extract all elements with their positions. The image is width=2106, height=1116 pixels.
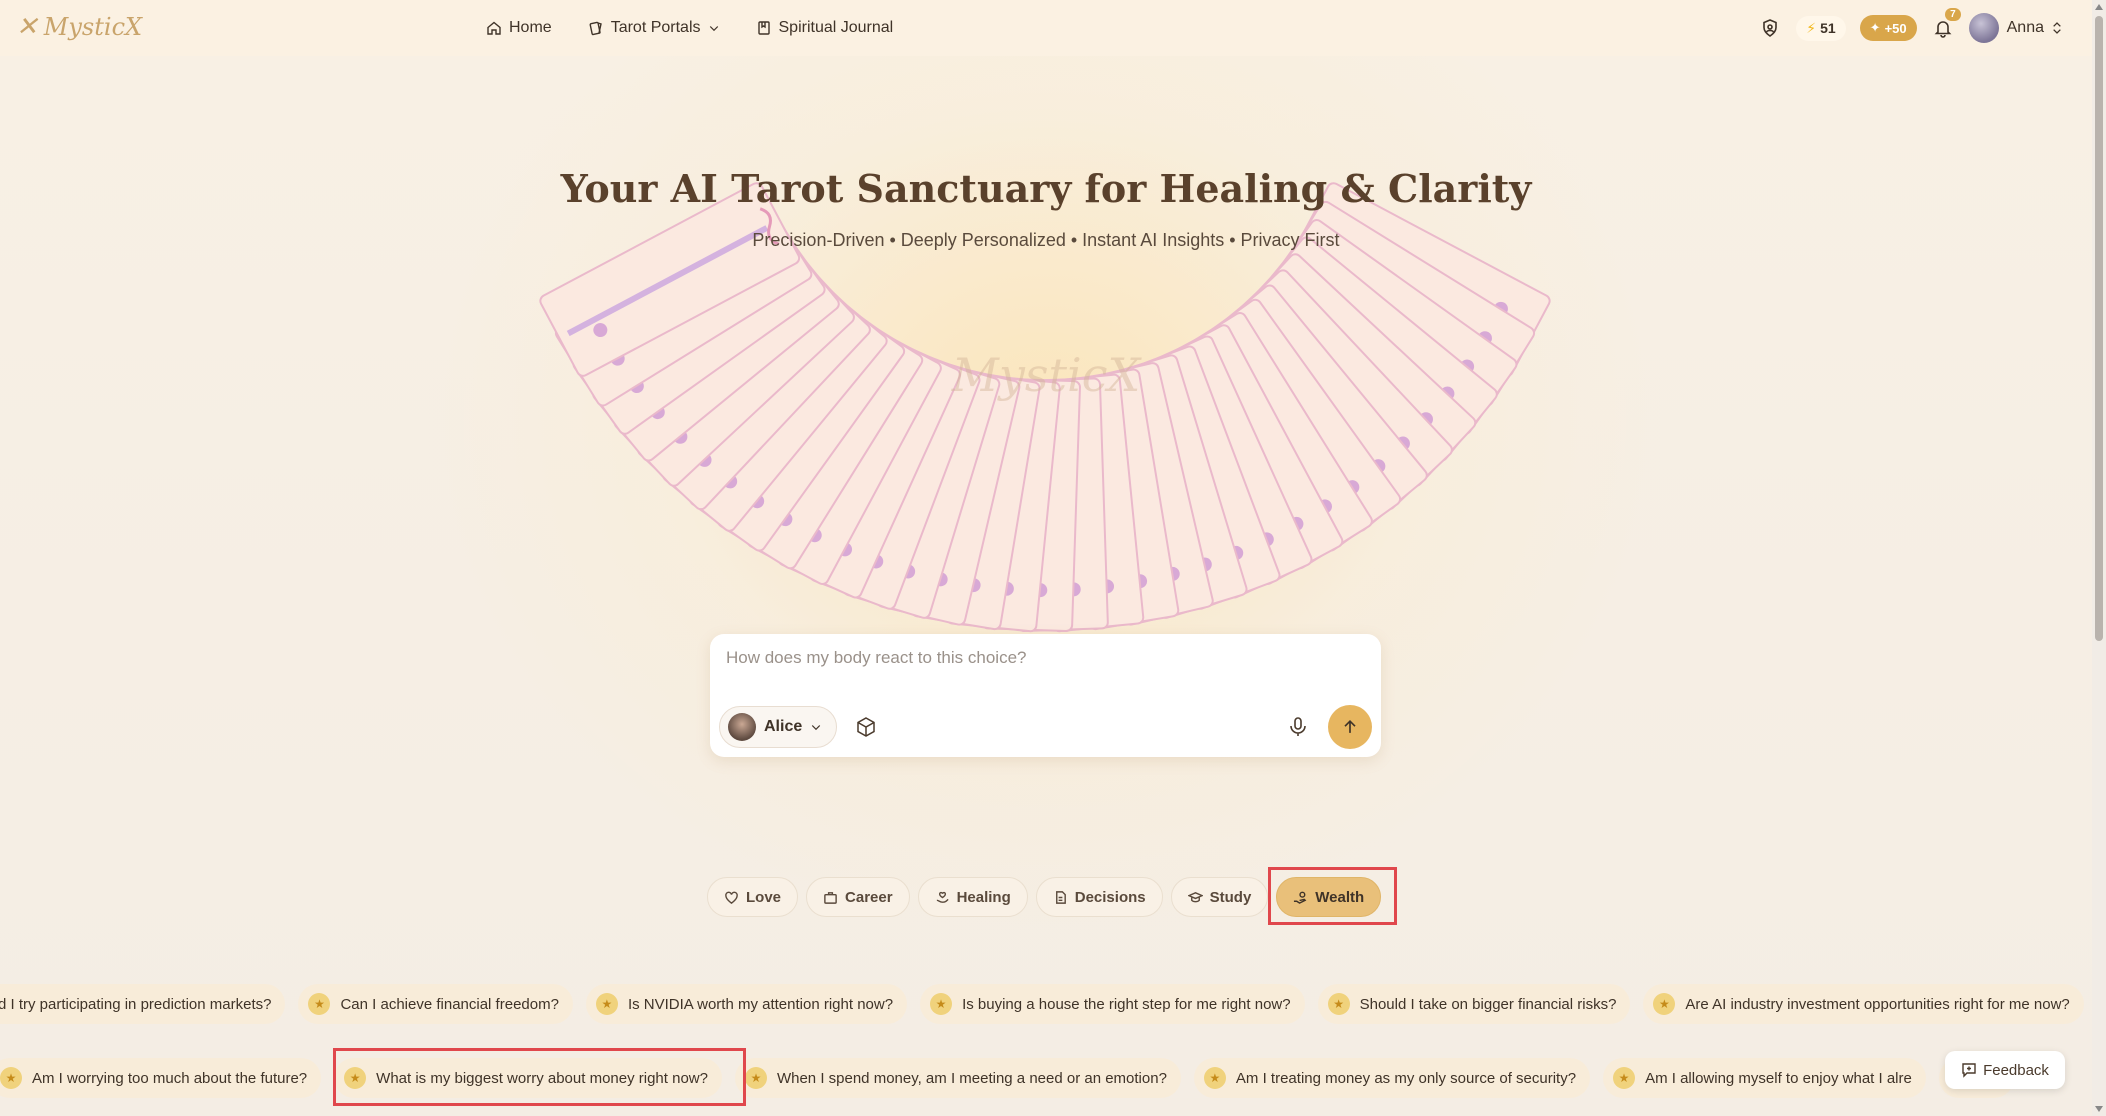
question-text: Are AI industry investment opportunities… [1685, 995, 2070, 1013]
question-chip[interactable]: ★ Am I treating money as my only source o… [1193, 1058, 1591, 1098]
energy-counter[interactable]: ⚡ 51 [1796, 15, 1846, 41]
hand-heart-icon [936, 891, 949, 903]
question-text: Am I treating money as my only source of… [1235, 1069, 1577, 1087]
scroll-up-arrow[interactable] [2095, 4, 2103, 10]
chevron-down-icon [709, 26, 718, 32]
tab-career-label: Career [845, 888, 893, 906]
question-text: Is NVIDIA worth my attention right now? [627, 995, 894, 1013]
tab-healing-label: Healing [956, 888, 1011, 906]
star-icon: ★ [0, 1067, 22, 1089]
tab-decisions-label: Decisions [1074, 888, 1146, 906]
send-button[interactable] [1328, 705, 1372, 749]
tab-study-label: Study [1209, 888, 1252, 906]
tab-love-label: Love [746, 888, 782, 906]
question-text: Is buying a house the right step for me … [962, 995, 1291, 1013]
page-title: Your AI Tarot Sanctuary for Healing & Cl… [560, 166, 1532, 211]
tab-healing[interactable]: Healing [917, 877, 1028, 917]
star-icon: ★ [595, 993, 618, 1015]
avatar [1968, 13, 1999, 43]
question-chip[interactable]: ★ Are AI industry investment opportunitie… [1643, 984, 2084, 1024]
question-chip[interactable]: ★ Is NVIDIA worth my attention right now? [585, 984, 908, 1024]
home-icon [487, 21, 501, 35]
question-chip[interactable]: ★d I try participating in prediction mar… [0, 984, 286, 1024]
graduation-cap-icon [1187, 891, 1203, 902]
selected-question-highlight [333, 1048, 746, 1106]
document-icon [1055, 890, 1066, 904]
star-icon: ★ [930, 993, 953, 1015]
suggested-questions-row-1: ★ d I try participating in prediction mar… [0, 984, 2084, 1024]
star-icon: ★ [744, 1067, 767, 1089]
tab-decisions[interactable]: Decisions [1035, 877, 1163, 917]
question-text: When I spend money, am I meeting a need … [776, 1069, 1167, 1087]
chevron-down-icon [812, 725, 821, 731]
question-text: Should I take on bigger financial risks? [1359, 995, 1617, 1013]
question-text: Can I achieve financial freedom? [340, 995, 559, 1013]
energy-value: 51 [1820, 20, 1836, 36]
tarot-card-icon [589, 21, 602, 36]
star-icon: ★ [1653, 993, 1676, 1015]
star-icon: ★ [1327, 993, 1350, 1015]
question-text: d I try participating in prediction mark… [0, 995, 272, 1013]
bonus-value: +50 [1884, 20, 1907, 36]
tab-love[interactable]: Love [707, 877, 799, 917]
microphone-icon[interactable] [1286, 715, 1310, 739]
nav-home-label: Home [509, 19, 552, 36]
question-text: Am I worrying too much about the future? [32, 1069, 308, 1087]
gift-card-icon: ✦ [1869, 20, 1881, 35]
top-navbar: ✕ MysticX Home Tarot Portals Spiritual J… [0, 0, 2092, 56]
question-chip[interactable]: ★ Can I achieve financial freedom? [298, 984, 573, 1024]
question-chip[interactable]: ★ Am I worrying too much about the future… [0, 1058, 322, 1098]
brand-name: MysticX [43, 13, 143, 41]
nav-journal-label: Spiritual Journal [778, 19, 894, 36]
tab-study[interactable]: Study [1170, 877, 1269, 917]
question-chip[interactable]: ★ Is buying a house the right step for me… [920, 984, 1305, 1024]
feedback-label: Feedback [1983, 1061, 2049, 1079]
star-icon: ★ [1613, 1067, 1636, 1089]
tab-career[interactable]: Career [806, 877, 910, 917]
persona-name: Alice [764, 718, 803, 735]
question-composer: Alice [710, 634, 1381, 757]
page-scrollbar[interactable] [2092, 0, 2106, 1116]
notifications-button[interactable]: 7 [1931, 8, 1961, 40]
privacy-shield-button[interactable] [1758, 16, 1782, 40]
question-input[interactable] [726, 648, 1326, 668]
shield-icon [1763, 19, 1778, 37]
feedback-button[interactable]: Feedback [1945, 1051, 2065, 1089]
persona-avatar [728, 713, 756, 741]
chevron-up-down-icon [2053, 22, 2061, 34]
book-icon [757, 21, 770, 35]
star-icon: ★ [1203, 1067, 1226, 1089]
nav-tarot-portals[interactable]: Tarot Portals [588, 19, 720, 37]
briefcase-icon [824, 891, 837, 904]
nav-home[interactable]: Home [486, 19, 552, 37]
bonus-badge[interactable]: ✦ +50 [1859, 15, 1917, 41]
star-icon: ★ [308, 993, 331, 1015]
scroll-down-arrow[interactable] [2095, 1106, 2103, 1112]
user-name: Anna [2006, 19, 2044, 36]
header-actions: ⚡ 51 ✦ +50 7 Anna [1758, 0, 2062, 56]
wealth-tab-highlight [1268, 867, 1397, 925]
bell-icon [1934, 21, 1952, 38]
nav-spiritual-journal[interactable]: Spiritual Journal [756, 19, 894, 37]
scroll-thumb[interactable] [2095, 16, 2103, 641]
question-text: Am I allowing myself to enjoy what I alr… [1645, 1069, 1912, 1087]
chat-plus-icon [1962, 1063, 1976, 1078]
notification-count: 7 [1945, 8, 1961, 21]
question-chip[interactable]: ★ When I spend money, am I meeting a need… [734, 1058, 1181, 1098]
brand-logo[interactable]: ✕ MysticX [16, 12, 142, 42]
nav-tarot-portals-label: Tarot Portals [610, 19, 701, 36]
arrow-up-icon [1344, 719, 1356, 733]
cube-icon[interactable] [854, 715, 878, 739]
reader-persona-select[interactable]: Alice [719, 706, 838, 748]
heart-icon [725, 891, 738, 904]
lightning-icon: ⚡ [1806, 19, 1817, 36]
page-subtitle: Precision-Driven • Deeply Personalized •… [752, 230, 1340, 250]
mysticx-watermark: MysticX [951, 348, 1141, 402]
user-menu[interactable]: Anna [1968, 13, 2062, 43]
logo-mark-icon: ✕ [16, 12, 38, 42]
suggested-questions-row-2: ★ Am I worrying too much about the future… [0, 1058, 2015, 1098]
question-chip[interactable]: ★ Am I allowing myself to enjoy what I al… [1603, 1058, 1926, 1098]
main-nav: Home Tarot Portals Spiritual Journal [486, 0, 893, 56]
question-chip[interactable]: ★ Should I take on bigger financial risks… [1317, 984, 1631, 1024]
